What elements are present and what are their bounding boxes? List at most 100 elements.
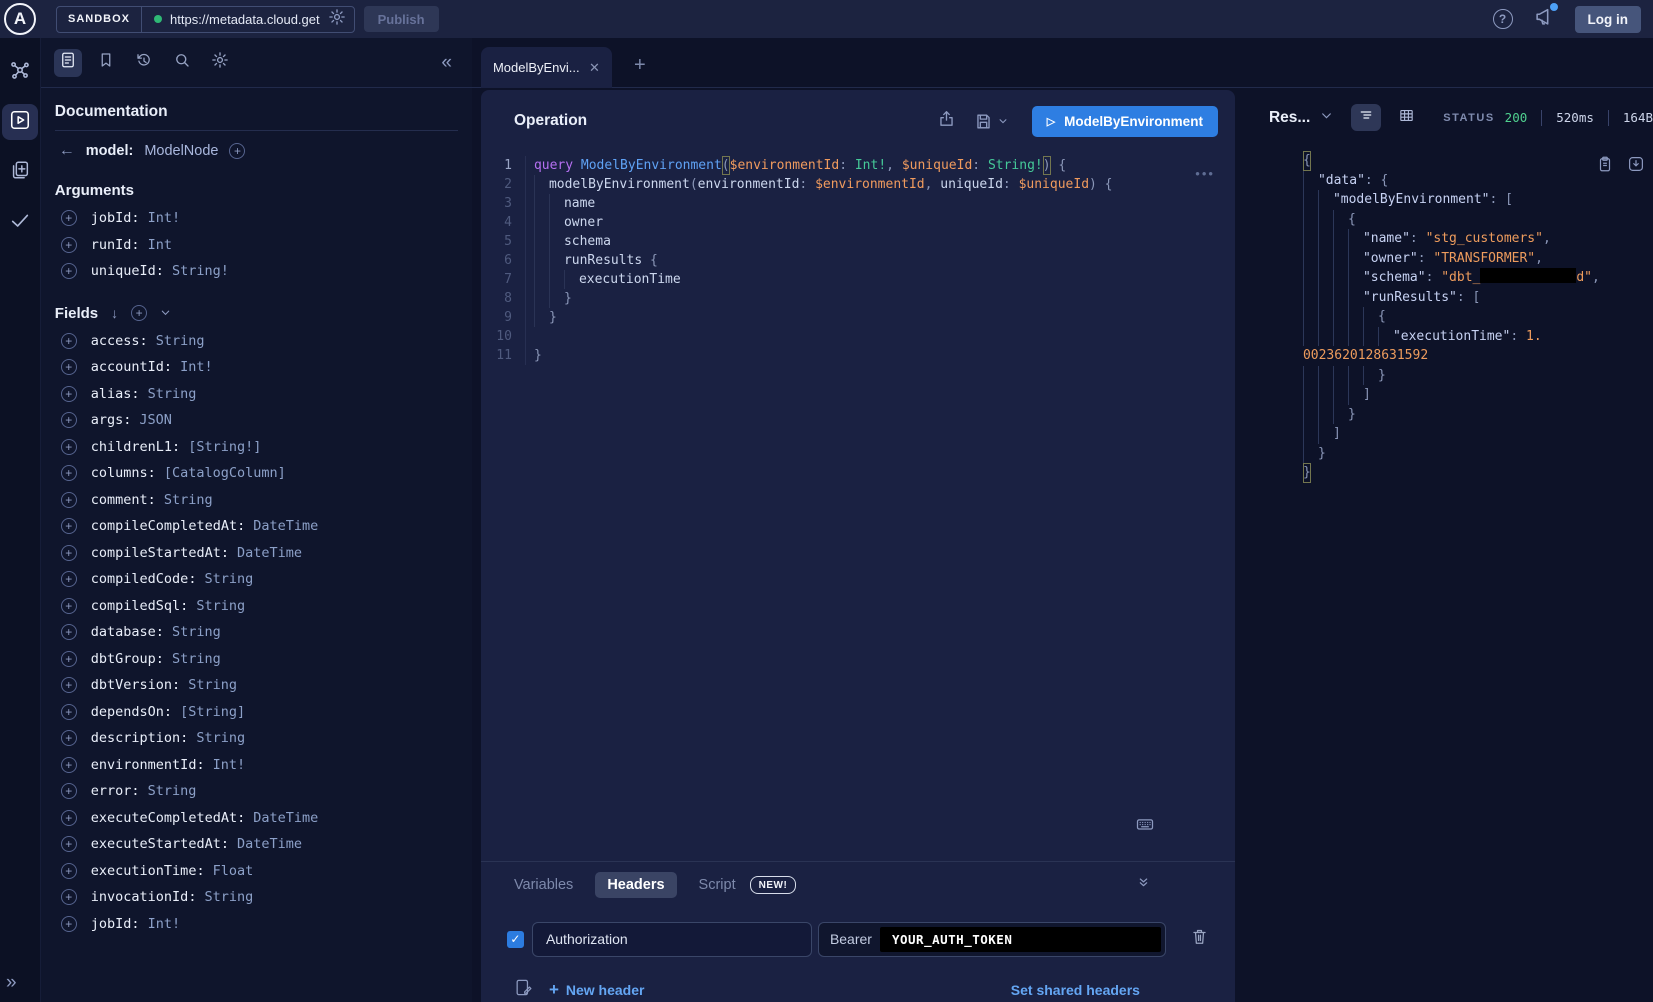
- editor-overflow-menu-icon[interactable]: •••: [1195, 166, 1215, 181]
- field-type[interactable]: Float: [213, 863, 254, 879]
- code-line[interactable]: 4owner: [481, 213, 1235, 232]
- field-name[interactable]: compileCompletedAt:: [91, 518, 245, 534]
- add-field-icon[interactable]: +: [61, 545, 77, 561]
- help-icon[interactable]: ?: [1493, 9, 1513, 29]
- add-field-icon[interactable]: +: [61, 492, 77, 508]
- response-dropdown-chevron-icon[interactable]: [1320, 109, 1333, 127]
- add-field-icon[interactable]: +: [61, 704, 77, 720]
- tree-view-toggle[interactable]: [1351, 104, 1381, 131]
- field-type[interactable]: String: [148, 386, 197, 402]
- field-type[interactable]: [CatalogColumn]: [164, 465, 286, 481]
- field-type[interactable]: String: [148, 783, 197, 799]
- field-type[interactable]: DateTime: [253, 810, 318, 826]
- field-type[interactable]: Int!: [180, 359, 213, 375]
- code-line[interactable]: 8}: [481, 289, 1235, 308]
- code-line[interactable]: 1query ModelByEnvironment($environmentId…: [481, 156, 1235, 175]
- field-name[interactable]: executeCompletedAt:: [91, 810, 245, 826]
- code-line[interactable]: 2modelByEnvironment(environmentId: $envi…: [481, 175, 1235, 194]
- collapse-docs-chevrons-icon[interactable]: «: [441, 52, 452, 74]
- field-type[interactable]: DateTime: [237, 545, 302, 561]
- field-name[interactable]: args:: [91, 412, 132, 428]
- login-button[interactable]: Log in: [1575, 6, 1642, 33]
- field-type[interactable]: String: [196, 598, 245, 614]
- new-tab-button[interactable]: +: [634, 54, 646, 77]
- docs-tab-documentation[interactable]: [54, 49, 82, 77]
- add-field-icon[interactable]: +: [61, 359, 77, 375]
- field-type[interactable]: String: [204, 571, 253, 587]
- edit-as-text-icon[interactable]: [514, 978, 533, 1002]
- sidebar-item-collections[interactable]: [2, 154, 38, 190]
- field-name[interactable]: columns:: [91, 465, 156, 481]
- field-name[interactable]: alias:: [91, 386, 140, 402]
- add-field-icon[interactable]: +: [61, 624, 77, 640]
- add-field-icon[interactable]: +: [61, 677, 77, 693]
- field-name[interactable]: dependsOn:: [91, 704, 172, 720]
- field-name[interactable]: executionTime:: [91, 863, 205, 879]
- sidebar-item-checklist[interactable]: [2, 204, 38, 240]
- query-editor[interactable]: 1query ModelByEnvironment($environmentId…: [481, 152, 1235, 861]
- field-type[interactable]: JSON: [139, 412, 172, 428]
- add-field-icon[interactable]: +: [61, 730, 77, 746]
- field-name[interactable]: runId:: [91, 237, 140, 253]
- add-to-query-icon[interactable]: +: [229, 143, 245, 159]
- field-name[interactable]: childrenL1:: [91, 439, 180, 455]
- field-name[interactable]: compiledCode:: [91, 571, 197, 587]
- auth-token-value[interactable]: YOUR_AUTH_TOKEN: [880, 927, 1161, 952]
- table-view-toggle[interactable]: [1391, 104, 1421, 131]
- save-operation-icon[interactable]: [974, 112, 1008, 131]
- add-all-fields-icon[interactable]: +: [131, 305, 147, 321]
- add-field-icon[interactable]: +: [61, 210, 77, 226]
- add-field-icon[interactable]: +: [61, 465, 77, 481]
- field-name[interactable]: dbtGroup:: [91, 651, 164, 667]
- run-operation-button[interactable]: ▷ ModelByEnvironment: [1032, 106, 1218, 137]
- sidebar-item-schema[interactable]: [2, 54, 38, 90]
- field-name[interactable]: uniqueId:: [91, 263, 164, 279]
- add-field-icon[interactable]: +: [61, 518, 77, 534]
- field-name[interactable]: database:: [91, 624, 164, 640]
- field-name[interactable]: accountId:: [91, 359, 172, 375]
- field-name[interactable]: jobId:: [91, 210, 140, 226]
- collapse-panel-chevrons-icon[interactable]: [1136, 875, 1151, 895]
- docs-tab-search[interactable]: [168, 49, 196, 77]
- docs-tab-saved[interactable]: [92, 49, 120, 77]
- tab-model-by-environment[interactable]: ModelByEnvi... ✕: [481, 47, 612, 88]
- tab-headers[interactable]: Headers: [595, 872, 676, 898]
- field-type[interactable]: DateTime: [237, 836, 302, 852]
- docs-tab-settings[interactable]: [206, 49, 234, 77]
- field-name[interactable]: jobId:: [91, 916, 140, 932]
- field-type[interactable]: [String]: [180, 704, 245, 720]
- tab-variables[interactable]: Variables: [514, 877, 573, 893]
- chevron-down-icon[interactable]: [160, 305, 171, 321]
- field-name[interactable]: executeStartedAt:: [91, 836, 229, 852]
- endpoint-url[interactable]: https://metadata.cloud.get: [170, 12, 320, 27]
- code-line[interactable]: 9}: [481, 308, 1235, 327]
- download-response-icon[interactable]: [1627, 155, 1645, 178]
- field-type[interactable]: Int: [148, 237, 172, 253]
- field-name[interactable]: dbtVersion:: [91, 677, 180, 693]
- back-arrow-icon[interactable]: ←: [59, 142, 75, 160]
- field-type[interactable]: String: [156, 333, 205, 349]
- field-type[interactable]: DateTime: [253, 518, 318, 534]
- field-type[interactable]: Int!: [213, 757, 246, 773]
- add-field-icon[interactable]: +: [61, 757, 77, 773]
- copy-response-icon[interactable]: [1596, 155, 1614, 178]
- add-field-icon[interactable]: +: [61, 783, 77, 799]
- add-field-icon[interactable]: +: [61, 333, 77, 349]
- sort-fields-icon[interactable]: ↓: [111, 305, 118, 321]
- keyboard-shortcuts-icon[interactable]: [1135, 814, 1155, 839]
- code-line[interactable]: 11}: [481, 346, 1235, 365]
- add-field-icon[interactable]: +: [61, 836, 77, 852]
- field-type[interactable]: String: [172, 624, 221, 640]
- field-name[interactable]: error:: [91, 783, 140, 799]
- header-key-input[interactable]: [532, 922, 812, 957]
- add-field-icon[interactable]: +: [61, 237, 77, 253]
- add-field-icon[interactable]: +: [61, 263, 77, 279]
- code-line[interactable]: 7executionTime: [481, 270, 1235, 289]
- endpoint-settings-gear-icon[interactable]: [328, 8, 346, 31]
- field-name[interactable]: invocationId:: [91, 889, 197, 905]
- add-field-icon[interactable]: +: [61, 810, 77, 826]
- add-field-icon[interactable]: +: [61, 412, 77, 428]
- code-line[interactable]: 3name: [481, 194, 1235, 213]
- field-type[interactable]: String!: [172, 263, 229, 279]
- publish-button[interactable]: Publish: [364, 6, 439, 32]
